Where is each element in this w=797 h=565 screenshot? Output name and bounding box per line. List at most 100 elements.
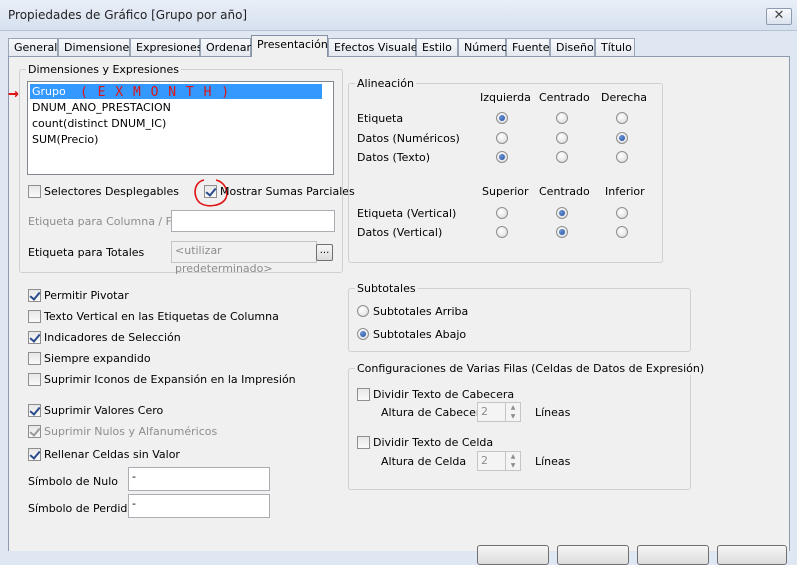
tab-general[interactable]: General (8, 38, 58, 56)
list-item[interactable]: count(distinct DNUM_IC) (30, 116, 166, 131)
suprimir-iconos-checkbox[interactable] (28, 373, 41, 386)
subtotales-arriba-label: Subtotales Arriba (373, 305, 469, 318)
annotation-note: ( E X M O N T H ) (80, 85, 231, 100)
list-item[interactable]: DNUM_ANO_PRESTACION (30, 100, 171, 115)
dim-expr-legend: Dimensiones y Expresiones (26, 63, 181, 76)
mostrar-sumas-parciales-checkbox[interactable] (204, 185, 217, 198)
dividir-cabecera-checkbox[interactable] (357, 388, 370, 401)
radio-numericos-centrado[interactable] (556, 132, 568, 144)
radio-etiqueta-v-centrado[interactable] (556, 207, 568, 219)
tab-estilo[interactable]: Estilo (416, 38, 458, 56)
alineacion-row-etiqueta: Etiqueta (357, 112, 404, 125)
suprimir-valores-cero-checkbox[interactable] (28, 404, 41, 417)
selectores-desplegables-checkbox[interactable] (28, 185, 41, 198)
tab-dimensiones[interactable]: Dimensiones (58, 38, 135, 56)
altura-celda-value: 2 (481, 454, 488, 467)
suprimir-nulos-label: Suprimir Nulos y Alfanuméricos (44, 425, 218, 438)
radio-texto-izquierda[interactable] (496, 151, 508, 163)
alineacion-header-centrado: Centrado (539, 91, 590, 104)
alineacion-header-superior: Superior (482, 185, 529, 198)
etiqueta-totales-browse-button[interactable]: ... (316, 244, 333, 261)
radio-datos-v-inferior[interactable] (616, 226, 628, 238)
altura-cabecera-spinner[interactable]: 2 ▲ ▼ (477, 402, 521, 422)
simbolo-nulo-input[interactable]: - (128, 467, 270, 491)
radio-etiqueta-centrado[interactable] (556, 112, 568, 124)
radio-etiqueta-v-superior[interactable] (496, 207, 508, 219)
annotation-arrow: → (8, 83, 19, 104)
radio-subtotales-arriba[interactable] (357, 305, 369, 317)
etiqueta-totales-input[interactable]: <utilizar predeterminado> (171, 241, 317, 275)
radio-etiqueta-v-inferior[interactable] (616, 207, 628, 219)
tab-presentacion[interactable]: Presentación (251, 35, 328, 57)
etiqueta-columna-fila-input[interactable] (171, 210, 335, 232)
suprimir-nulos-checkbox[interactable] (28, 425, 41, 438)
close-icon: ✕ (773, 8, 785, 23)
radio-datos-v-superior[interactable] (496, 226, 508, 238)
alineacion-row-datos-numericos: Datos (Numéricos) (357, 132, 460, 145)
varias-filas-legend: Configuraciones de Varias Filas (Celdas … (355, 362, 707, 375)
selectores-desplegables-label: Selectores Desplegables (44, 185, 179, 198)
tab-numero[interactable]: Número (458, 38, 508, 56)
dialog-button[interactable] (717, 545, 787, 565)
radio-numericos-izquierda[interactable] (496, 132, 508, 144)
subtotales-abajo-label: Subtotales Abajo (373, 328, 467, 341)
alineacion-legend: Alineación (355, 77, 416, 90)
radio-datos-v-centrado[interactable] (556, 226, 568, 238)
close-button[interactable]: ✕ (766, 8, 792, 25)
permitir-pivotar-checkbox[interactable] (28, 289, 41, 302)
altura-celda-label: Altura de Celda (381, 455, 467, 468)
tab-diseno[interactable]: Diseño (550, 38, 595, 56)
tab-efectos-visuales[interactable]: Efectos Visuales (328, 38, 423, 56)
dividir-cabecera-label: Dividir Texto de Cabecera (373, 388, 515, 401)
subtotales-legend: Subtotales (355, 282, 418, 295)
rellenar-celdas-label: Rellenar Celdas sin Valor (44, 448, 180, 461)
simbolo-nulo-label: Símbolo de Nulo (28, 475, 118, 488)
siempre-expandido-checkbox[interactable] (28, 352, 41, 365)
list-item[interactable]: SUM(Precio) (30, 132, 98, 147)
tab-ordenar[interactable]: Ordenar (200, 38, 251, 56)
window-title: Propiedades de Gráfico [Grupo por año] (8, 8, 248, 22)
texto-vertical-checkbox[interactable] (28, 310, 41, 323)
alineacion-row-datos-vertical: Datos (Vertical) (357, 226, 443, 239)
suprimir-iconos-label: Suprimir Iconos de Expansión en la Impre… (44, 373, 296, 386)
dividir-celda-label: Dividir Texto de Celda (373, 436, 494, 449)
alineacion-header-centrado-v: Centrado (539, 185, 590, 198)
radio-subtotales-abajo[interactable] (357, 328, 369, 340)
radio-numericos-derecha[interactable] (616, 132, 628, 144)
alineacion-header-izquierda: Izquierda (480, 91, 531, 104)
radio-texto-centrado[interactable] (556, 151, 568, 163)
dialog-button[interactable] (637, 545, 709, 565)
alineacion-row-etiqueta-vertical: Etiqueta (Vertical) (357, 207, 457, 220)
dialog-button[interactable] (557, 545, 629, 565)
varias-filas-group (348, 368, 691, 490)
permitir-pivotar-label: Permitir Pivotar (44, 289, 129, 302)
tab-titulo[interactable]: Título (595, 38, 635, 56)
tab-fuente[interactable]: Fuente (506, 38, 550, 56)
etiqueta-columna-fila-label: Etiqueta para Columna / Fila (28, 215, 185, 228)
dialog-button[interactable] (477, 545, 549, 565)
spin-up-icon[interactable]: ▲ (506, 452, 520, 461)
siempre-expandido-label: Siempre expandido (44, 352, 151, 365)
radio-etiqueta-derecha[interactable] (616, 112, 628, 124)
spin-down-icon[interactable]: ▼ (506, 412, 520, 421)
spin-down-icon[interactable]: ▼ (506, 461, 520, 470)
suprimir-valores-cero-label: Suprimir Valores Cero (44, 404, 164, 417)
subtotales-group (348, 288, 691, 352)
simbolo-perdido-input[interactable]: - (128, 494, 270, 518)
altura-cabecera-unit: Líneas (535, 406, 571, 419)
indicadores-seleccion-label: Indicadores de Selección (44, 331, 181, 344)
spinner-buttons: ▲ ▼ (505, 403, 520, 421)
mostrar-sumas-parciales-label: Mostrar Sumas Parciales (220, 185, 355, 198)
alineacion-header-inferior: Inferior (605, 185, 645, 198)
dividir-celda-checkbox[interactable] (357, 436, 370, 449)
altura-celda-spinner[interactable]: 2 ▲ ▼ (477, 451, 521, 471)
spinner-buttons: ▲ ▼ (505, 452, 520, 470)
tab-expresiones[interactable]: Expresiones (130, 38, 202, 56)
texto-vertical-label: Texto Vertical en las Etiquetas de Colum… (44, 310, 279, 323)
rellenar-celdas-checkbox[interactable] (28, 448, 41, 461)
indicadores-seleccion-checkbox[interactable] (28, 331, 41, 344)
radio-etiqueta-izquierda[interactable] (496, 112, 508, 124)
altura-celda-unit: Líneas (535, 455, 571, 468)
radio-texto-derecha[interactable] (616, 151, 628, 163)
spin-up-icon[interactable]: ▲ (506, 403, 520, 412)
